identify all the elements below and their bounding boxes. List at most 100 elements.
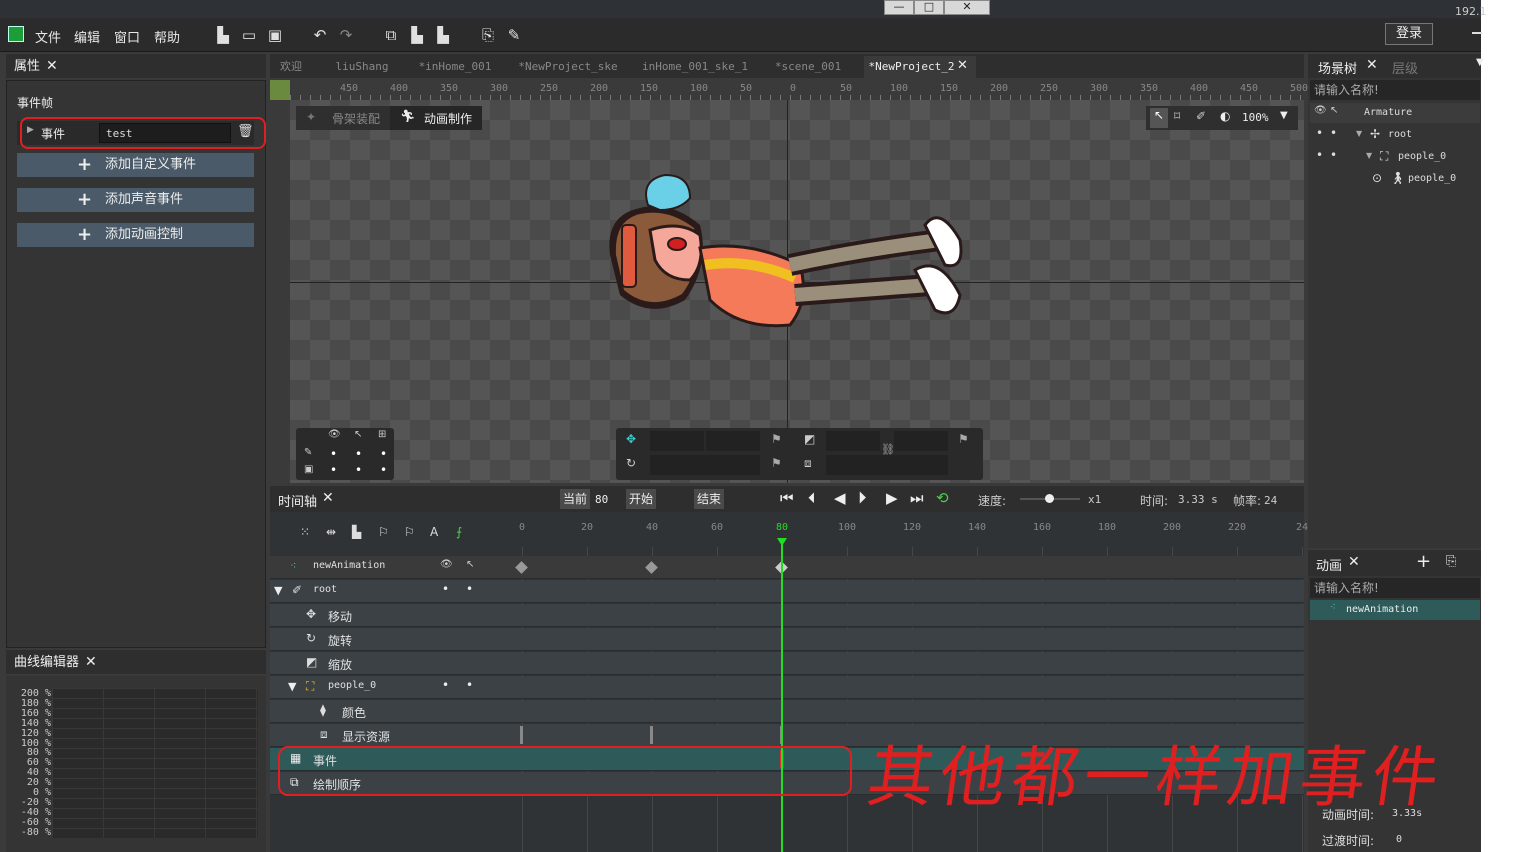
fps-value[interactable]: 24 [1264, 494, 1277, 507]
dropdown-icon[interactable]: ▼ [1476, 57, 1484, 68]
eye-icon[interactable]: 👁︎ [440, 559, 453, 570]
collapse-arrow-icon[interactable]: ▼ [1356, 129, 1362, 138]
dot-icon[interactable]: • [330, 447, 337, 461]
close-icon[interactable]: ✕ [1366, 57, 1378, 73]
rotation-input[interactable] [650, 455, 760, 475]
pos-y-input[interactable] [706, 431, 760, 451]
dot-icon[interactable]: • [355, 447, 362, 461]
flag-icon[interactable]: ⚑ [958, 432, 969, 446]
keyframe-bar[interactable] [650, 726, 653, 744]
collapse-arrow-icon[interactable]: ▼ [288, 680, 296, 693]
animation-list-item[interactable]: ⁖ newAnimation [1310, 600, 1480, 620]
row-scale[interactable]: ◩ 缩放 [270, 652, 1304, 675]
key-prev-icon[interactable]: ⚐ [378, 525, 389, 539]
eye-icon[interactable]: 👁︎ [1314, 105, 1327, 116]
transition-time-value[interactable]: 0 [1396, 834, 1402, 845]
close-icon[interactable]: ✕ [1348, 554, 1360, 570]
tab-welcome[interactable]: 欢迎 [270, 56, 312, 78]
flag-icon[interactable]: ⚑ [771, 456, 782, 470]
add-custom-event-button[interactable]: + 添加自定义事件 [17, 153, 254, 177]
first-frame-icon[interactable]: ⏮ [780, 489, 794, 507]
key-all-icon[interactable]: ▙ [352, 525, 361, 539]
flag-icon[interactable]: ⚑ [771, 432, 782, 446]
close-icon[interactable]: ✕ [957, 58, 968, 73]
image-icon[interactable]: ▣ [304, 464, 313, 475]
dot-icon[interactable]: • [466, 678, 473, 692]
collapse-arrow-icon[interactable]: ▼ [274, 584, 282, 597]
folder-import-icon[interactable]: ▙ [407, 25, 427, 45]
open-folder-icon[interactable]: ▭ [239, 25, 259, 45]
cursor-icon[interactable]: ↖ [354, 429, 362, 440]
curve-icon[interactable]: ⨍ [456, 525, 462, 539]
onion-skin-icon[interactable]: ◐ [1220, 109, 1230, 123]
save-icon[interactable]: ▣ [265, 25, 285, 45]
tab-scene[interactable]: *scene_001 [765, 56, 851, 78]
loop-icon[interactable]: ⟲ [936, 489, 949, 507]
close-icon[interactable]: ✕ [322, 490, 334, 506]
cursor-icon[interactable]: ↖ [466, 559, 474, 570]
dot-icon[interactable]: • [355, 463, 362, 477]
collapse-arrow-icon[interactable]: ▼ [1366, 151, 1372, 160]
mode-anim-button[interactable]: 动画制作 [424, 110, 472, 127]
speed-slider-handle[interactable] [1045, 494, 1054, 503]
row-color[interactable]: ⧫ 颜色 [270, 700, 1304, 723]
current-frame-value[interactable]: 80 [595, 493, 608, 506]
dot-icon[interactable]: • [1316, 126, 1323, 140]
dot-icon[interactable]: • [442, 678, 449, 692]
tab-newproject-2[interactable]: *NewProject_2 [864, 56, 959, 78]
tab-inhome[interactable]: *inHome_001 [410, 56, 500, 78]
tree-root-row[interactable]: • • ▼ ✢ root [1310, 125, 1480, 145]
row-root[interactable]: ▼ ✐ root • • [270, 580, 1304, 603]
last-frame-icon[interactable]: ⏭ [910, 489, 924, 507]
close-icon[interactable]: ✕ [46, 58, 58, 74]
brush-icon[interactable]: ✐ [1196, 109, 1206, 123]
target-icon[interactable]: ⊙ [1372, 171, 1382, 185]
keyframe-bar[interactable] [520, 726, 523, 744]
brush-icon[interactable]: ✎ [304, 447, 312, 458]
link-icon[interactable]: ⛓ [881, 443, 895, 456]
import-icon[interactable]: ⧉ [381, 25, 401, 45]
select-cursor-icon[interactable]: ↖ [1150, 108, 1168, 128]
scene-search-input[interactable]: 请输入名称! [1310, 80, 1480, 100]
curve-graph[interactable] [52, 688, 258, 838]
minimize-button[interactable]: — [884, 0, 914, 15]
redo-icon[interactable]: ↷ [336, 25, 356, 45]
menu-file[interactable]: 文件 [35, 27, 61, 46]
dot-icon[interactable]: • [330, 463, 337, 477]
dot-icon[interactable]: • [380, 463, 387, 477]
new-project-icon[interactable]: ▙ [213, 25, 233, 45]
close-icon[interactable]: ✕ [85, 654, 97, 670]
end-frame-button[interactable]: 结束 [694, 489, 724, 509]
row-move[interactable]: ✥ 移动 [270, 604, 1304, 627]
animation-search-input[interactable]: 请输入名称! [1310, 578, 1480, 598]
prev-keyframe-icon[interactable]: ⏴ [808, 489, 816, 507]
compress-icon[interactable]: ⇹ [326, 525, 336, 539]
dot-icon[interactable]: • [466, 582, 473, 596]
zoom-dropdown-icon[interactable]: ▼ [1280, 110, 1288, 121]
add-icon[interactable]: + [1416, 551, 1431, 572]
menu-window[interactable]: 窗口 [114, 27, 140, 46]
row-people[interactable]: ▼ ⛶ people_0 • • [270, 676, 1304, 699]
mode-rig-button[interactable]: 骨架装配 [332, 110, 380, 127]
zoom-value[interactable]: 100% [1242, 111, 1269, 124]
play-icon[interactable]: ⏵ [858, 488, 867, 508]
copy-icon[interactable]: ⎘ [1446, 554, 1456, 569]
tab-newproject-ske[interactable]: *NewProject_ske [510, 56, 626, 78]
transform-icon[interactable]: ⌑ [1174, 109, 1180, 123]
cursor-icon[interactable]: ↖ [1330, 105, 1338, 116]
menu-help[interactable]: 帮助 [154, 27, 180, 46]
pos-x-input[interactable] [650, 431, 704, 451]
key-next-icon[interactable]: ⚐ [404, 525, 415, 539]
add-sound-event-button[interactable]: + 添加声音事件 [17, 188, 254, 212]
prev-frame-icon[interactable]: ◀ [834, 489, 846, 507]
row-rotate[interactable]: ↻ 旋转 [270, 628, 1304, 651]
minus-icon[interactable] [1472, 32, 1482, 34]
lock-icon[interactable]: ⊞ [378, 429, 386, 440]
tab-inhome-ske[interactable]: inHome_001_ske_1 [635, 56, 755, 78]
tree-people-bone-row[interactable]: • • ▼ ⛶ people_0 [1310, 147, 1480, 167]
character-sprite[interactable] [600, 170, 980, 335]
dot-icon[interactable]: • [1330, 148, 1337, 162]
close-window-button[interactable]: ✕ [944, 0, 990, 15]
login-button[interactable]: 登录 [1385, 23, 1433, 45]
playhead[interactable] [781, 540, 783, 852]
